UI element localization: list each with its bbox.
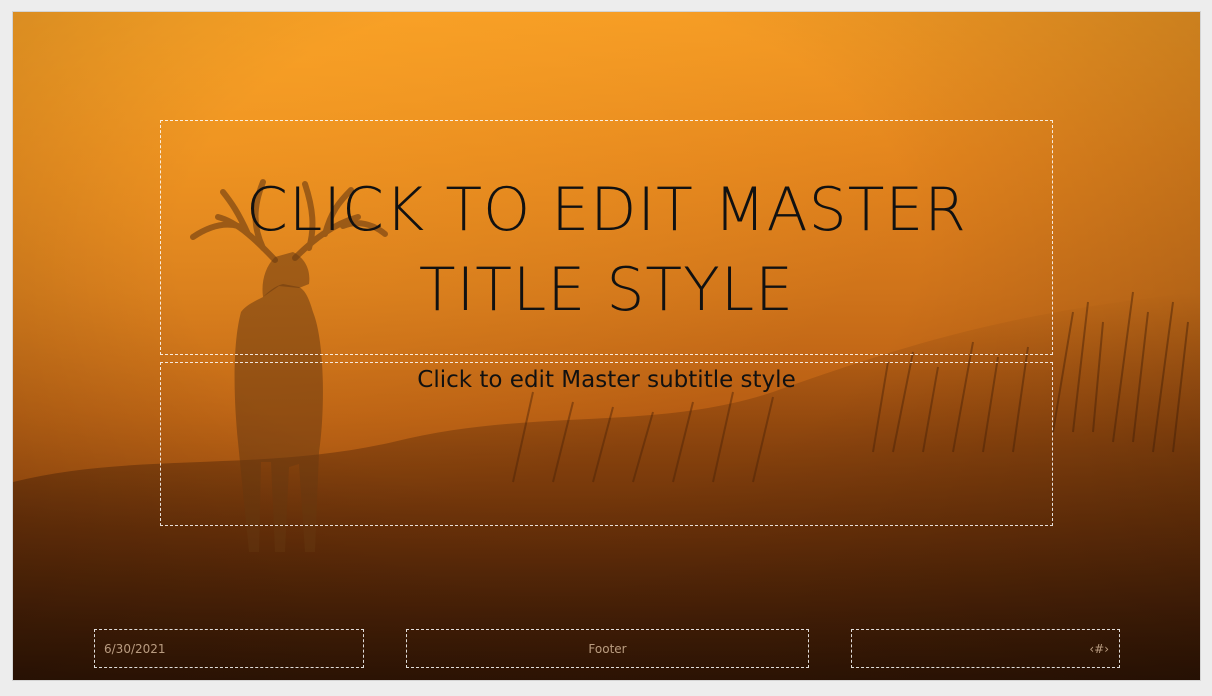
footer-placeholder[interactable]: Footer — [406, 629, 809, 668]
subtitle-placeholder[interactable]: Click to edit Master subtitle style — [160, 362, 1053, 526]
slide-master-layout[interactable]: CLICK TO EDIT MASTER TITLE STYLE Click t… — [12, 11, 1201, 681]
date-placeholder[interactable]: 6/30/2021 — [94, 629, 364, 668]
subtitle-text[interactable]: Click to edit Master subtitle style — [161, 367, 1052, 393]
date-text: 6/30/2021 — [104, 641, 166, 656]
title-placeholder[interactable]: CLICK TO EDIT MASTER TITLE STYLE — [160, 120, 1053, 355]
footer-text: Footer — [588, 641, 627, 656]
editor-canvas: CLICK TO EDIT MASTER TITLE STYLE Click t… — [0, 0, 1212, 696]
title-text[interactable]: CLICK TO EDIT MASTER TITLE STYLE — [161, 170, 1052, 330]
slide-number-placeholder[interactable]: ‹#› — [851, 629, 1120, 668]
slide-number-text: ‹#› — [1089, 641, 1109, 656]
